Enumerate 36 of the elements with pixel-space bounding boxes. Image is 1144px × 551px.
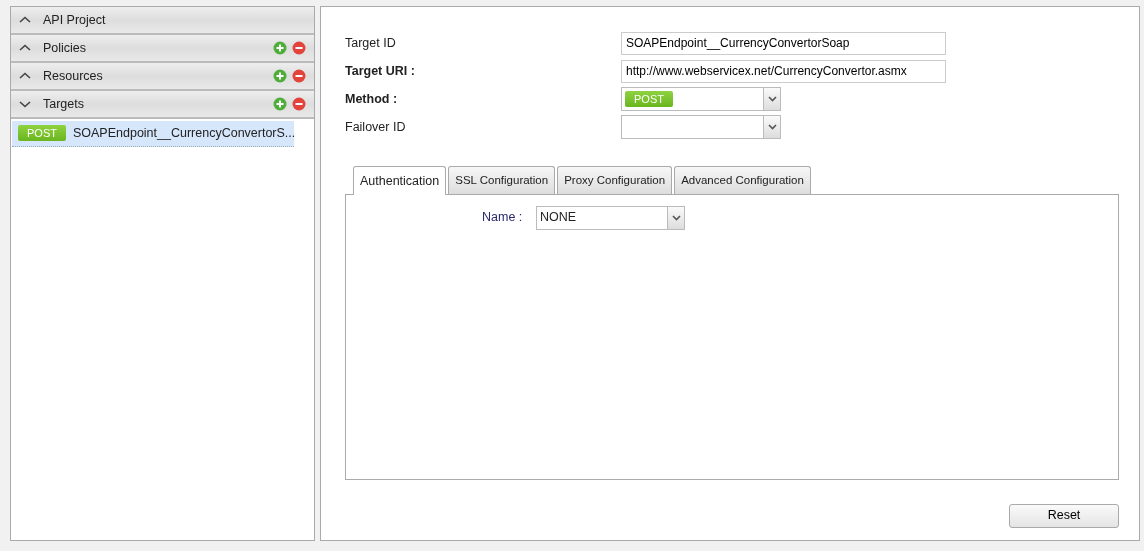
field-label: Method :	[345, 90, 399, 108]
remove-icon[interactable]	[292, 97, 306, 111]
section-title: Policies	[43, 39, 88, 57]
field-label: Target URI :	[345, 62, 416, 80]
method-badge: POST	[18, 125, 66, 142]
chevron-up-icon[interactable]	[19, 16, 31, 24]
section-header[interactable]: Resources	[11, 63, 314, 91]
method-badge: POST	[625, 91, 673, 107]
section-title: Targets	[43, 95, 85, 113]
chevron-up-icon[interactable]	[19, 44, 31, 52]
add-icon[interactable]	[273, 69, 287, 83]
section-header[interactable]: Targets	[11, 91, 314, 119]
remove-icon[interactable]	[292, 69, 306, 83]
add-icon[interactable]	[273, 41, 287, 55]
section-header[interactable]: Policies	[11, 35, 314, 63]
chevron-down-icon[interactable]	[19, 100, 31, 108]
target-item[interactable]: POST SOAPEndpoint__CurrencyConvertorS...	[12, 121, 294, 147]
field-label: Target ID	[345, 34, 397, 52]
text-field[interactable]: http://www.webservicex.net/CurrencyConvertor.asmx	[621, 59, 946, 83]
tab[interactable]: Authentication	[353, 166, 447, 195]
add-icon[interactable]	[273, 97, 287, 111]
reset-button[interactable]: Reset	[1009, 503, 1119, 528]
section-title: Resources	[43, 67, 104, 85]
target-name: SOAPEndpoint__CurrencyConvertorS...	[72, 125, 296, 142]
chevron-up-icon[interactable]	[19, 72, 31, 80]
tab[interactable]: SSL Configuration	[448, 166, 556, 194]
remove-icon[interactable]	[292, 41, 306, 55]
section-title: API Project	[43, 11, 107, 29]
field-label: Name :	[482, 209, 524, 227]
field-label: Failover ID	[345, 118, 407, 136]
section-header[interactable]: API Project	[11, 7, 314, 35]
select-field[interactable]	[621, 115, 781, 139]
tab[interactable]: Proxy Configuration	[557, 166, 673, 194]
select-field[interactable]: NONE	[536, 205, 685, 230]
text-field[interactable]: SOAPEndpoint__CurrencyConvertorSoap	[621, 31, 946, 55]
tab[interactable]: Advanced Configuration	[674, 166, 811, 194]
